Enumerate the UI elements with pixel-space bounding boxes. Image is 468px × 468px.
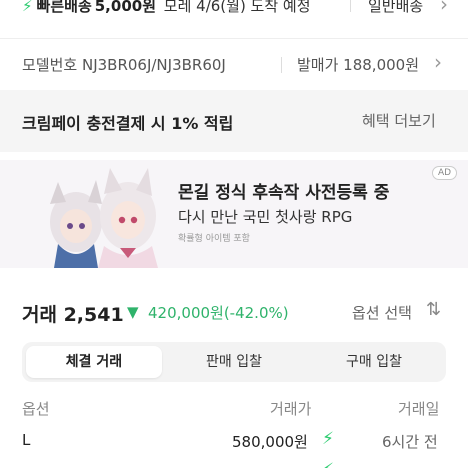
price-change: 420,000원(-42.0%): [148, 304, 289, 322]
release-price[interactable]: 발매가 188,000원: [297, 54, 419, 75]
lightning-icon: ⚡: [322, 460, 334, 468]
model-row: 모델번호 NJ3BR06J/NJ3BR60J 발매가 188,000원 ›: [0, 46, 468, 82]
release-price-text: 발매가 188,000원: [297, 56, 419, 74]
divider: [0, 38, 468, 39]
trade-summary: 거래 2,541 ▼ 420,000원(-42.0%) 옵션 선택 ⇅: [0, 296, 468, 332]
sort-arrows-icon[interactable]: ⇅: [426, 299, 441, 320]
benefits-more-link[interactable]: 혜택 더보기: [362, 110, 436, 131]
down-arrow-icon: ▼: [127, 303, 139, 321]
model-number: 모델번호 NJ3BR06J/NJ3BR60J: [22, 56, 226, 74]
cream-pay-promo[interactable]: 크림페이 충전결제 시 1% 적립 혜택 더보기: [0, 90, 468, 152]
table-row-date: 6시간 전: [382, 433, 438, 451]
ad-subtitle: 다시 만난 국민 첫사랑 RPG: [178, 208, 353, 226]
ad-title: 몬길 정식 후속작 사전등록 중: [178, 183, 390, 203]
tab-buy-bids[interactable]: 구매 입찰: [306, 346, 442, 378]
normal-shipping-option[interactable]: 일반배송: [368, 0, 423, 16]
table-row-option: L: [22, 431, 31, 449]
divider: [350, 0, 351, 12]
column-header-price: 거래가: [270, 400, 312, 418]
table-row-price: 580,000원: [232, 433, 308, 451]
tab-completed-trades[interactable]: 체결 거래: [26, 346, 162, 378]
ad-banner[interactable]: 몬길 정식 후속작 사전등록 중 다시 만난 국민 첫사랑 RPG 확률형 아이…: [0, 160, 468, 268]
normal-shipping-label: 일반배송: [368, 0, 424, 15]
trade-count: 거래 2,541: [22, 304, 124, 326]
lightning-icon: ⚡: [322, 429, 334, 449]
option-select-button[interactable]: 옵션 선택: [352, 302, 412, 323]
trade-tabs: 체결 거래 판매 입찰 구매 입찰: [22, 342, 446, 382]
chevron-right-icon[interactable]: ›: [440, 0, 448, 16]
shipping-row[interactable]: ⚡ 빠른배송 5,000원 모레 4/6(월) 도착 예정 일반배송 ›: [0, 0, 468, 22]
ad-character-illustration: [50, 168, 158, 268]
fast-shipping-eta: 모레 4/6(월) 도착 예정: [163, 0, 311, 15]
chevron-right-icon[interactable]: ›: [434, 50, 442, 74]
tab-sell-bids[interactable]: 판매 입찰: [166, 346, 302, 378]
lightning-icon: ⚡: [22, 0, 33, 15]
column-header-date: 거래일: [398, 400, 440, 418]
fast-shipping-price: 5,000원: [94, 0, 156, 15]
promo-text: 크림페이 충전결제 시 1% 적립: [22, 114, 234, 133]
fast-shipping-label: 빠른배송: [36, 0, 92, 15]
column-header-option: 옵션: [22, 400, 50, 418]
ad-note: 확률형 아이템 포함: [178, 234, 250, 244]
fast-shipping-info: ⚡ 빠른배송 5,000원 모레 4/6(월) 도착 예정: [22, 0, 311, 16]
ad-badge: AD: [432, 166, 458, 180]
divider: [281, 57, 282, 73]
